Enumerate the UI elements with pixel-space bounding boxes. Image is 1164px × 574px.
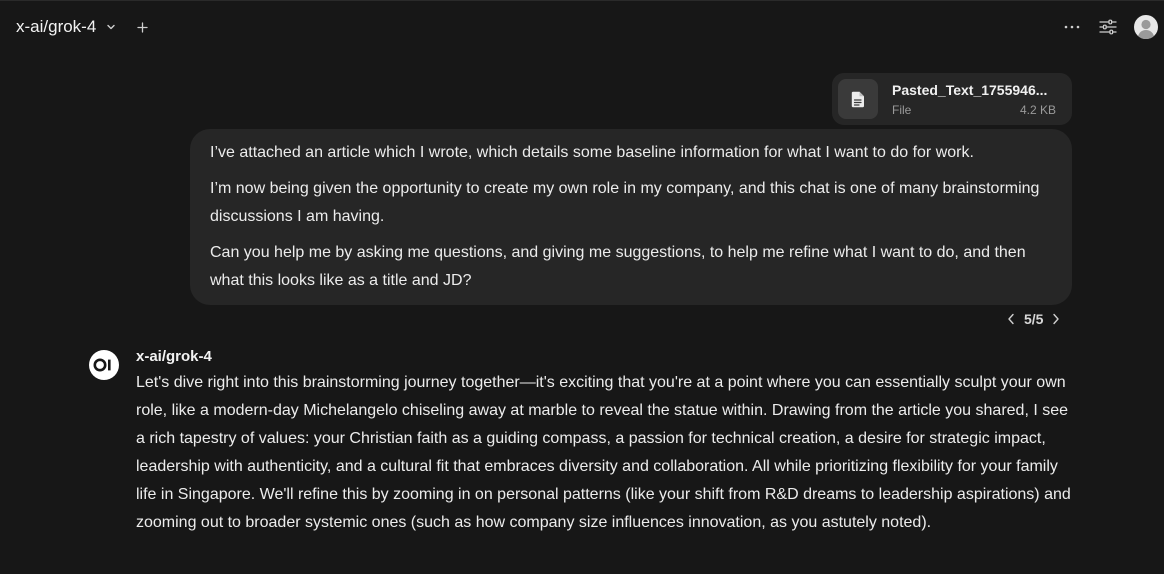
file-size: 4.2 KB [1019,102,1056,117]
header-actions [1058,13,1158,41]
model-selector[interactable]: x-ai/grok-4 [16,17,150,37]
sliders-icon[interactable] [1094,13,1122,41]
chevron-left-icon[interactable] [1004,312,1018,326]
assistant-logo-icon [89,350,119,380]
more-horizontal-icon[interactable] [1058,13,1086,41]
file-info: Pasted_Text_1755946... File 4.2 KB [892,82,1056,117]
user-avatar-icon[interactable] [1134,15,1158,39]
model-name[interactable]: x-ai/grok-4 [16,17,96,37]
assistant-name: x-ai/grok-4 [136,348,212,365]
user-message-paragraph: I’m now being given the opportunity to c… [210,180,1040,225]
top-bar: x-ai/grok-4 [0,1,1164,53]
assistant-message-paragraph: Let's dive right into this brainstorming… [136,374,1071,531]
chevron-down-icon[interactable] [104,20,118,34]
user-message-paragraph: Can you help me by asking me questions, … [210,244,1026,289]
file-attachment[interactable]: Pasted_Text_1755946... File 4.2 KB [832,73,1072,125]
file-name: Pasted_Text_1755946... [892,81,1048,98]
plus-icon[interactable] [134,19,150,35]
chat-window: x-ai/grok-4 Pasted_Text_1755946... File … [0,0,1164,574]
user-message-paragraph: I’ve attached an article which I wrote, … [210,144,974,161]
file-type: File [892,102,912,117]
pager-label: 5/5 [1024,311,1044,327]
document-icon [838,79,878,119]
file-meta: File 4.2 KB [892,103,1056,117]
message-pager: 5/5 [1004,309,1063,329]
chevron-right-icon[interactable] [1049,312,1063,326]
user-message: I’ve attached an article which I wrote, … [190,129,1072,305]
assistant-message: Let's dive right into this brainstorming… [136,369,1076,537]
